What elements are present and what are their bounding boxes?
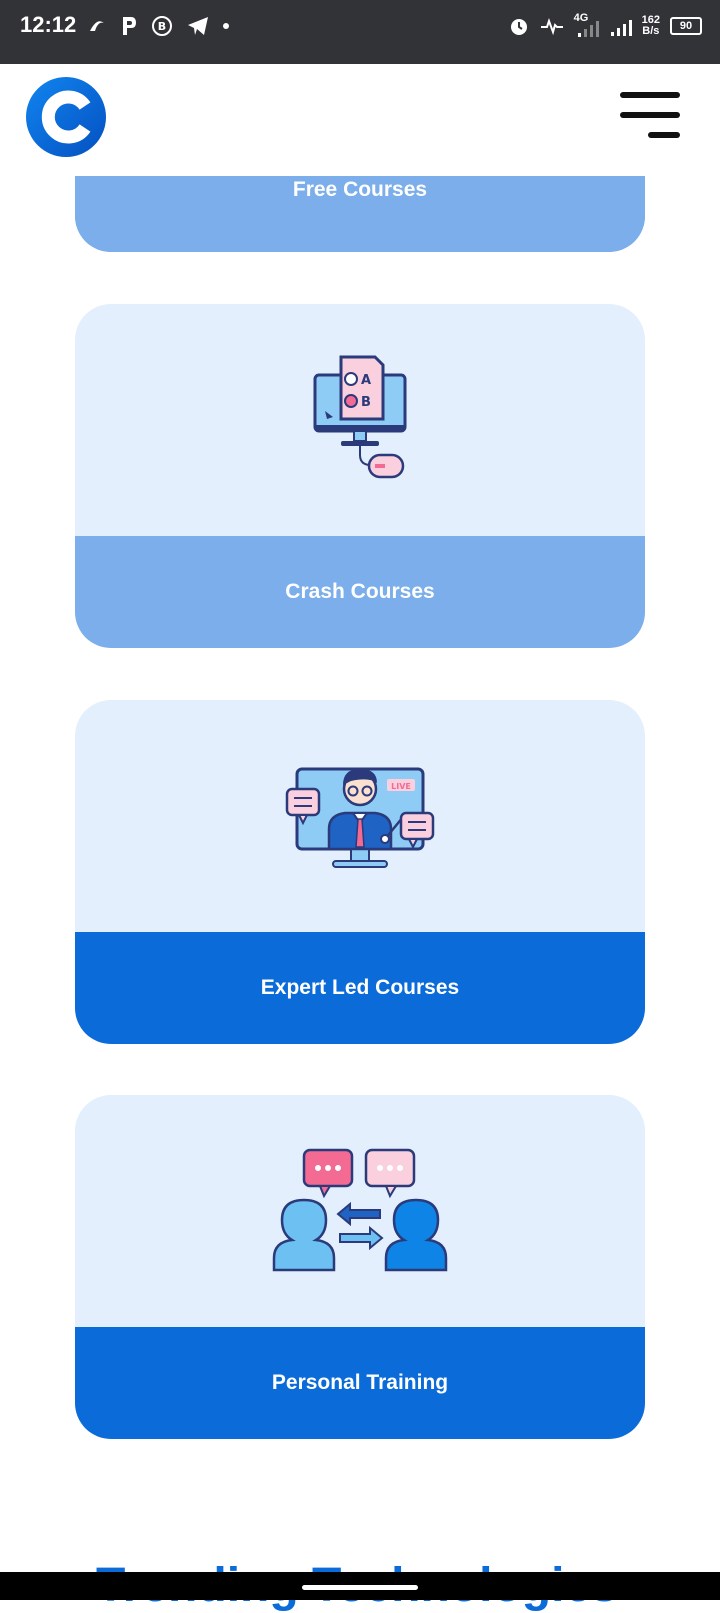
live-instructor-icon: LIVE [285, 767, 435, 868]
net-speed: 162 B/s [642, 15, 660, 37]
card-art: A B [75, 304, 645, 536]
card-crash-courses[interactable]: A B Crash Courses [75, 304, 645, 648]
svg-text:B: B [158, 20, 166, 33]
conversation-icon [272, 1148, 448, 1272]
alarm-icon [510, 19, 527, 35]
card-art: LIVE [75, 700, 645, 932]
menu-line-1 [620, 92, 680, 98]
card-personal-training[interactable]: Personal Training [75, 1095, 645, 1439]
signal-bars-icon-2 [610, 20, 632, 36]
activity-icon [540, 17, 563, 36]
signal-bars-icon [577, 21, 599, 37]
card-label: Crash Courses [75, 536, 645, 648]
menu-line-3 [648, 132, 680, 138]
system-navigation-bar [0, 1572, 720, 1600]
more-notifications-dot [223, 23, 229, 29]
card-expert-led-courses[interactable]: LIVE Expert Led Courses [75, 700, 645, 1044]
app-notification-icon [90, 21, 104, 31]
menu-line-2 [620, 112, 680, 118]
site-header [0, 64, 720, 176]
system-icons: 4G 162 B/s 90 [508, 10, 702, 42]
svg-text:A: A [361, 373, 371, 388]
signal-4g: 4G [574, 13, 600, 39]
svg-text:B: B [361, 395, 371, 410]
svg-text:LIVE: LIVE [391, 782, 411, 791]
notification-icons: B [86, 10, 230, 42]
hamburger-menu-button[interactable] [620, 92, 682, 140]
card-label: Expert Led Courses [75, 932, 645, 1044]
status-bar: 12:12 B 4G 162 B/s 90 [0, 0, 720, 64]
quiz-computer-icon: A B [313, 355, 407, 479]
status-time: 12:12 [20, 12, 77, 37]
battery-indicator: 90 [670, 17, 702, 35]
card-label: Personal Training [75, 1327, 645, 1439]
paytm-icon [123, 17, 136, 35]
whatsapp-business-icon: B [152, 16, 172, 36]
telegram-icon [188, 17, 208, 35]
net-speed-unit: B/s [642, 25, 660, 37]
brand-logo-icon[interactable] [25, 76, 107, 158]
card-art [75, 1095, 645, 1327]
home-gesture-pill[interactable] [302, 1585, 418, 1590]
